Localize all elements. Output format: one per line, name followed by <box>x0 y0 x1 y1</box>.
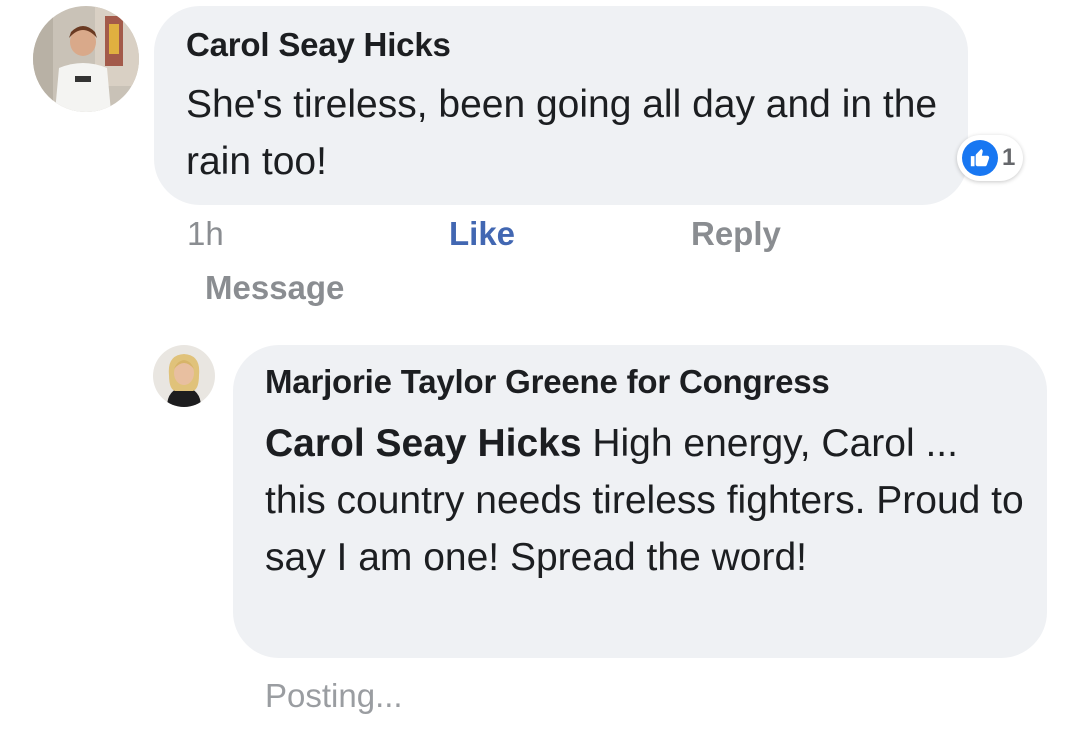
avatar-image <box>33 6 139 112</box>
comment-bubble: Carol Seay Hicks She's tireless, been go… <box>154 6 968 205</box>
message-button[interactable]: Message <box>205 269 344 307</box>
comment-thread: Carol Seay Hicks She's tireless, been go… <box>0 0 1080 756</box>
comment-timestamp[interactable]: 1h <box>187 215 224 253</box>
avatar[interactable] <box>33 6 139 112</box>
reaction-count: 1 <box>1002 144 1016 171</box>
reaction-badge[interactable]: 1 <box>957 135 1024 181</box>
like-button[interactable]: Like <box>449 215 515 253</box>
avatar[interactable] <box>153 345 215 407</box>
mention-tag[interactable]: Carol Seay Hicks <box>265 422 582 465</box>
reply-bubble: Marjorie Taylor Greene for Congress Caro… <box>233 345 1047 658</box>
posting-status: Posting... <box>265 677 403 714</box>
reply-text: Carol Seay Hicks High energy, Carol ... … <box>265 415 1025 586</box>
reply-button[interactable]: Reply <box>691 215 781 253</box>
reply-author[interactable]: Marjorie Taylor Greene for Congress <box>265 363 830 401</box>
thumbs-up-icon <box>962 140 998 176</box>
comment-text: She's tireless, been going all day and i… <box>186 83 938 183</box>
avatar-image <box>153 345 215 407</box>
comment-author[interactable]: Carol Seay Hicks <box>186 26 451 64</box>
